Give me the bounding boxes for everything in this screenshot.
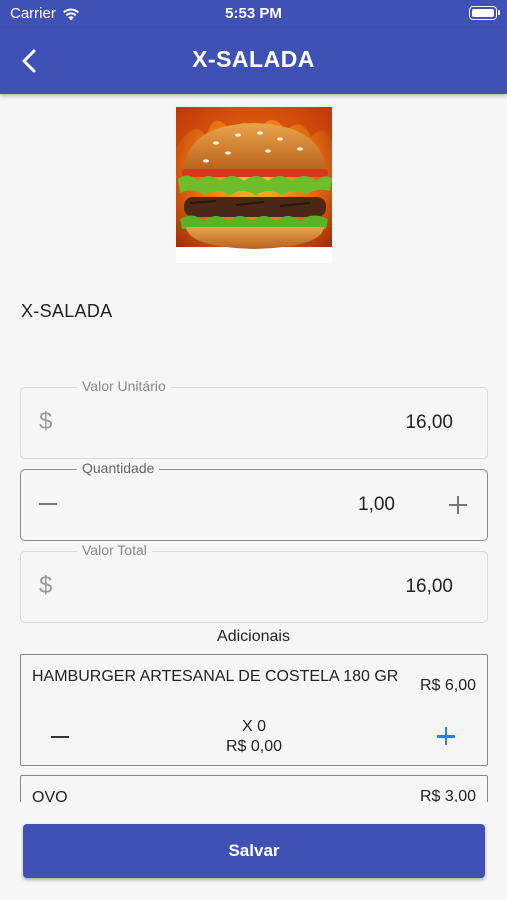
status-time: 5:53 PM (225, 5, 282, 22)
addon-quantity-count: X 0 (241, 718, 266, 735)
unit-price-label: Valor Unitário (77, 378, 171, 394)
dollar-icon: $ (39, 408, 53, 435)
total-price-label: Valor Total (77, 542, 152, 558)
addons-title: Adicionais (217, 628, 290, 645)
unit-price-field: Valor Unitário $ 16,00 (20, 378, 488, 459)
decrease-quantity-button[interactable] (39, 492, 61, 516)
addon-quantity: X 0 R$ 0,00 (21, 717, 487, 757)
addon-name: OVO (32, 789, 68, 802)
save-button[interactable]: Salvar (23, 824, 485, 878)
page-title: X-SALADA (192, 46, 315, 72)
addon-price: R$ 6,00 (419, 677, 476, 694)
product-name: X-SALADA (21, 301, 113, 321)
addon-name: HAMBURGER ARTESANAL DE COSTELA 180 GR (32, 668, 399, 685)
dollar-icon: $ (39, 572, 53, 599)
total-price-value: 16,00 (405, 576, 453, 597)
list-item: HAMBURGER ARTESANAL DE COSTELA 180 GR R$… (20, 654, 488, 766)
app-bar: X-SALADA (0, 28, 507, 94)
unit-price-value: 16,00 (405, 412, 453, 433)
quantity-label: Quantidade (77, 460, 160, 476)
status-bar: Carrier 5:53 PM (0, 0, 507, 28)
addon-subtotal: R$ 0,00 (225, 738, 283, 755)
list-item: OVO R$ 3,00 (20, 775, 488, 802)
increase-addon-button[interactable] (435, 725, 457, 747)
total-price-field: Valor Total $ 16,00 (20, 542, 488, 623)
battery-icon (469, 6, 500, 20)
addon-price: R$ 3,00 (419, 788, 476, 802)
quantity-stepper[interactable]: Quantidade 1,00 (20, 460, 488, 541)
quantity-value[interactable]: 1,00 (358, 494, 395, 516)
addons-list[interactable]: HAMBURGER ARTESANAL DE COSTELA 180 GR R$… (0, 652, 507, 802)
product-image (176, 107, 332, 263)
increase-quantity-button[interactable] (447, 493, 469, 517)
